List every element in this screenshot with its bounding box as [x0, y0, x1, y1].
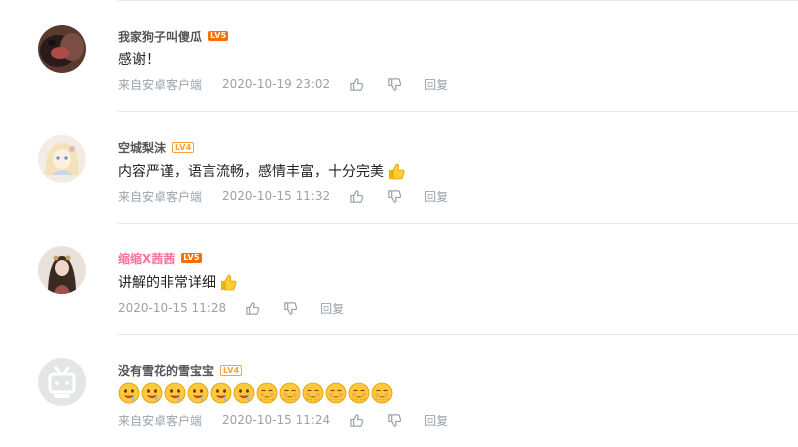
reply-button[interactable]: 回复	[424, 76, 448, 93]
level-badge: LV4	[172, 141, 195, 153]
thumbs-up-icon	[349, 77, 363, 91]
dog-photo-avatar-icon	[38, 25, 86, 73]
thumbs-up-icon	[349, 189, 363, 203]
device-label: 来自安卓客户端	[118, 189, 203, 204]
avatar[interactable]	[38, 358, 86, 406]
costume-girl-avatar-icon	[38, 246, 86, 294]
timestamp: 2020-10-19 23:02	[222, 77, 331, 91]
comment-meta: 来自安卓客户端 2020-10-15 11:32 回复	[118, 188, 448, 204]
level-badge: LV4	[220, 364, 243, 376]
thumbs-down-icon	[387, 413, 401, 427]
level-badge: LV5	[181, 253, 202, 263]
divider	[118, 111, 798, 112]
dislike-button[interactable]	[282, 300, 298, 316]
user-line: 没有雪花的雪宝宝 LV4	[118, 361, 243, 379]
timestamp: 2020-10-15 11:28	[118, 301, 227, 315]
device-label: 来自安卓客户端	[118, 413, 203, 428]
comment-meta: 来自安卓客户端 2020-10-15 11:24 回复	[118, 412, 448, 428]
thumbs-up-icon	[349, 413, 363, 427]
thumbs-up-emoji-icon	[221, 274, 237, 291]
comment-meta: 来自安卓客户端 2020-10-19 23:02 回复	[118, 76, 448, 92]
like-button[interactable]	[348, 188, 364, 204]
emoji-row	[118, 382, 393, 404]
shy-face-emoji-icon	[325, 382, 347, 404]
username[interactable]: 我家狗子叫傻瓜	[118, 28, 202, 45]
dislike-button[interactable]	[386, 412, 402, 428]
shy-face-emoji-icon	[371, 382, 393, 404]
divider	[118, 334, 798, 335]
reply-button[interactable]: 回复	[424, 188, 448, 205]
timestamp: 2020-10-15 11:24	[222, 413, 331, 427]
divider	[118, 223, 798, 224]
thumbs-up-emoji-icon	[389, 163, 405, 180]
shy-face-emoji-icon	[279, 382, 301, 404]
dislike-button[interactable]	[386, 76, 402, 92]
avatar[interactable]	[38, 246, 86, 294]
user-line: 缩缩X茜茜 LV5	[118, 249, 202, 267]
drool-face-emoji-icon	[164, 382, 186, 404]
thumbs-down-icon	[387, 189, 401, 203]
username[interactable]: 缩缩X茜茜	[118, 250, 175, 267]
reply-button[interactable]: 回复	[320, 300, 344, 317]
shy-face-emoji-icon	[256, 382, 278, 404]
drool-face-emoji-icon	[118, 382, 140, 404]
avatar[interactable]	[38, 25, 86, 73]
level-badge: LV5	[208, 31, 229, 41]
divider	[118, 0, 798, 1]
device-label: 来自安卓客户端	[118, 77, 203, 92]
comment-text: 讲解的非常详细	[118, 272, 238, 292]
comment-meta: 2020-10-15 11:28 回复	[118, 300, 344, 316]
thumbs-down-icon	[283, 301, 297, 315]
username[interactable]: 空城梨沫	[118, 139, 166, 156]
thumbs-up-icon	[245, 301, 259, 315]
comment-text: 感谢！	[118, 49, 160, 69]
drool-face-emoji-icon	[187, 382, 209, 404]
like-button[interactable]	[244, 300, 260, 316]
comment-text-body: 讲解的非常详细	[118, 275, 216, 291]
username[interactable]: 没有雪花的雪宝宝	[118, 362, 214, 379]
anime-girl-avatar-icon	[38, 135, 86, 183]
thumbs-down-icon	[387, 77, 401, 91]
reply-button[interactable]: 回复	[424, 412, 448, 429]
like-button[interactable]	[348, 76, 364, 92]
drool-face-emoji-icon	[210, 382, 232, 404]
dislike-button[interactable]	[386, 188, 402, 204]
like-button[interactable]	[348, 412, 364, 428]
comment-text-body: 感谢！	[118, 52, 160, 68]
user-line: 我家狗子叫傻瓜 LV5	[118, 27, 229, 45]
user-line: 空城梨沫 LV4	[118, 138, 195, 156]
shy-face-emoji-icon	[348, 382, 370, 404]
avatar[interactable]	[38, 135, 86, 183]
default-tv-avatar-icon	[38, 358, 86, 406]
comment-text-body: 内容严谨，语言流畅，感情丰富，十分完美	[118, 164, 384, 180]
drool-face-emoji-icon	[141, 382, 163, 404]
comment-text: 内容严谨，语言流畅，感情丰富，十分完美	[118, 161, 406, 181]
shy-face-emoji-icon	[302, 382, 324, 404]
drool-face-emoji-icon	[233, 382, 255, 404]
timestamp: 2020-10-15 11:32	[222, 189, 331, 203]
